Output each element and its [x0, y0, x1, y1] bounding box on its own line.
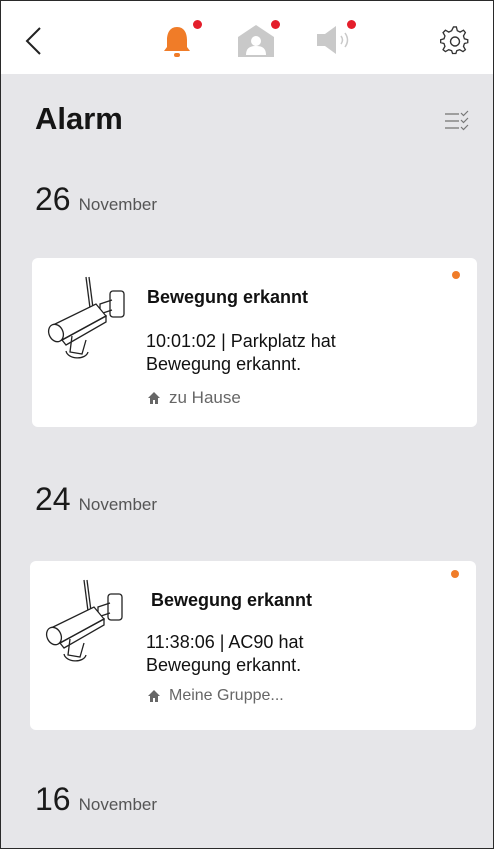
top-bar — [1, 1, 493, 74]
date-header: 16 November — [35, 781, 157, 818]
alarm-screen: Alarm 26 November Bewegung erkannt 10:01… — [0, 0, 494, 849]
gear-icon[interactable] — [440, 26, 470, 56]
page-title: Alarm — [35, 101, 123, 136]
alarm-card[interactable]: Bewegung erkannt 11:38:06 | AC90 hat Bew… — [30, 561, 476, 730]
date-month: November — [78, 495, 158, 514]
alarm-location: zu Hause — [147, 388, 241, 408]
alarm-description: 10:01:02 | Parkplatz hat Bewegung erkann… — [146, 330, 426, 376]
date-header: 26 November — [35, 181, 157, 218]
alarm-location-label: Meine Gruppe... — [169, 687, 284, 704]
speaker-notification-dot — [347, 20, 356, 29]
alarm-description-line1: 11:38:06 | AC90 hat — [146, 632, 304, 652]
camera-thumbnail — [45, 579, 123, 662]
date-day: 24 — [35, 481, 71, 517]
camera-thumbnail — [47, 276, 125, 359]
alarm-title: Bewegung erkannt — [151, 590, 313, 610]
alarm-description-line2: Bewegung erkannt. — [146, 354, 302, 374]
home-person-icon[interactable] — [236, 21, 276, 59]
alarm-location-label: zu Hause — [169, 388, 241, 407]
alarm-description: 11:38:06 | AC90 hat Bewegung erkannt. — [146, 631, 426, 677]
date-day: 26 — [35, 181, 71, 217]
date-day: 16 — [35, 781, 71, 817]
filter-list-icon[interactable] — [444, 110, 470, 132]
alarm-title: Bewegung erkannt — [147, 287, 309, 307]
home-small-icon — [148, 392, 160, 404]
bell-icon[interactable] — [162, 23, 192, 59]
home-notification-dot — [271, 20, 280, 29]
unread-dot — [452, 271, 460, 279]
alarm-card[interactable]: Bewegung erkannt 10:01:02 | Parkplatz ha… — [32, 258, 477, 427]
alarm-description-line1: 10:01:02 | Parkplatz hat — [146, 331, 336, 351]
back-arrow-icon[interactable] — [23, 25, 45, 57]
date-month: November — [78, 795, 158, 814]
date-month: November — [78, 195, 158, 214]
alarm-location: Meine Gruppe... — [147, 687, 284, 705]
home-small-icon — [148, 690, 160, 702]
alarm-description-line2: Bewegung erkannt. — [146, 655, 302, 675]
bell-notification-dot — [193, 20, 202, 29]
date-header: 24 November — [35, 481, 157, 518]
unread-dot — [451, 570, 459, 578]
